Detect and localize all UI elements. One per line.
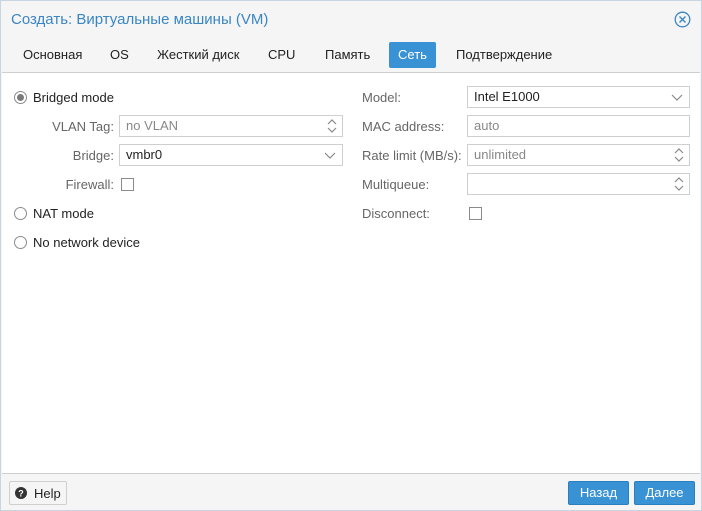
bridge-value: vmbr0 — [126, 147, 163, 162]
disconnect-label: Disconnect: — [362, 206, 430, 221]
model-label: Model: — [362, 90, 402, 105]
no-network-device-radio[interactable] — [14, 236, 27, 249]
dialog-window: Создать: Виртуальные машины (VM) Основна… — [0, 0, 702, 511]
question-icon: ? — [15, 487, 27, 499]
dialog-title: Создать: Виртуальные машины (VM) — [11, 11, 269, 28]
tab-os[interactable]: OS — [102, 42, 137, 68]
model-select[interactable]: Intel E1000 — [467, 86, 690, 108]
rate-limit-label: Rate limit (MB/s): — [362, 148, 462, 163]
bridge-label: Bridge: — [72, 148, 114, 163]
tab-general[interactable]: Основная — [15, 42, 90, 68]
disconnect-checkbox[interactable] — [469, 207, 482, 220]
title-bar: Создать: Виртуальные машины (VM) — [1, 1, 701, 37]
back-button[interactable]: Назад — [568, 481, 629, 505]
tab-bar: Основная OS Жесткий диск CPU Память Сеть… — [1, 41, 701, 71]
spinner-icon[interactable] — [674, 146, 684, 164]
network-panel: Bridged mode VLAN Tag: no VLAN Bridge: v… — [2, 72, 700, 474]
svg-text:?: ? — [18, 488, 24, 498]
mac-address-value: auto — [474, 118, 500, 133]
chevron-down-icon[interactable] — [323, 145, 337, 165]
nat-mode-label: NAT mode — [33, 206, 94, 221]
mac-address-label: MAC address: — [362, 119, 445, 134]
rate-limit-value: unlimited — [474, 147, 527, 162]
spinner-icon[interactable] — [674, 175, 684, 193]
spinner-icon[interactable] — [327, 117, 337, 135]
tab-memory[interactable]: Память — [317, 42, 378, 68]
dialog-footer: ? Help Назад Далее — [1, 473, 701, 510]
help-label: Help — [34, 486, 61, 501]
mac-address-input[interactable]: auto — [467, 115, 690, 137]
bridged-mode-label: Bridged mode — [33, 90, 114, 105]
close-icon[interactable] — [674, 11, 691, 28]
bridge-select[interactable]: vmbr0 — [119, 144, 343, 166]
no-network-device-label: No network device — [33, 235, 140, 250]
vlan-tag-value: no VLAN — [126, 118, 179, 133]
vlan-tag-input[interactable]: no VLAN — [119, 115, 343, 137]
help-button[interactable]: ? Help — [9, 481, 67, 505]
bridged-mode-radio[interactable] — [14, 91, 27, 104]
next-button[interactable]: Далее — [634, 481, 695, 505]
firewall-label: Firewall: — [65, 177, 114, 192]
nat-mode-radio[interactable] — [14, 207, 27, 220]
tab-cpu[interactable]: CPU — [260, 42, 303, 68]
multiqueue-label: Multiqueue: — [362, 177, 430, 192]
rate-limit-input[interactable]: unlimited — [467, 144, 690, 166]
chevron-down-icon[interactable] — [670, 87, 684, 107]
model-value: Intel E1000 — [474, 89, 540, 104]
vlan-tag-label: VLAN Tag: — [52, 119, 114, 134]
firewall-checkbox[interactable] — [121, 178, 134, 191]
tab-network[interactable]: Сеть — [389, 42, 436, 68]
multiqueue-input[interactable] — [467, 173, 690, 195]
tab-hard-disk[interactable]: Жесткий диск — [149, 42, 247, 68]
tab-confirm[interactable]: Подтверждение — [448, 42, 560, 68]
